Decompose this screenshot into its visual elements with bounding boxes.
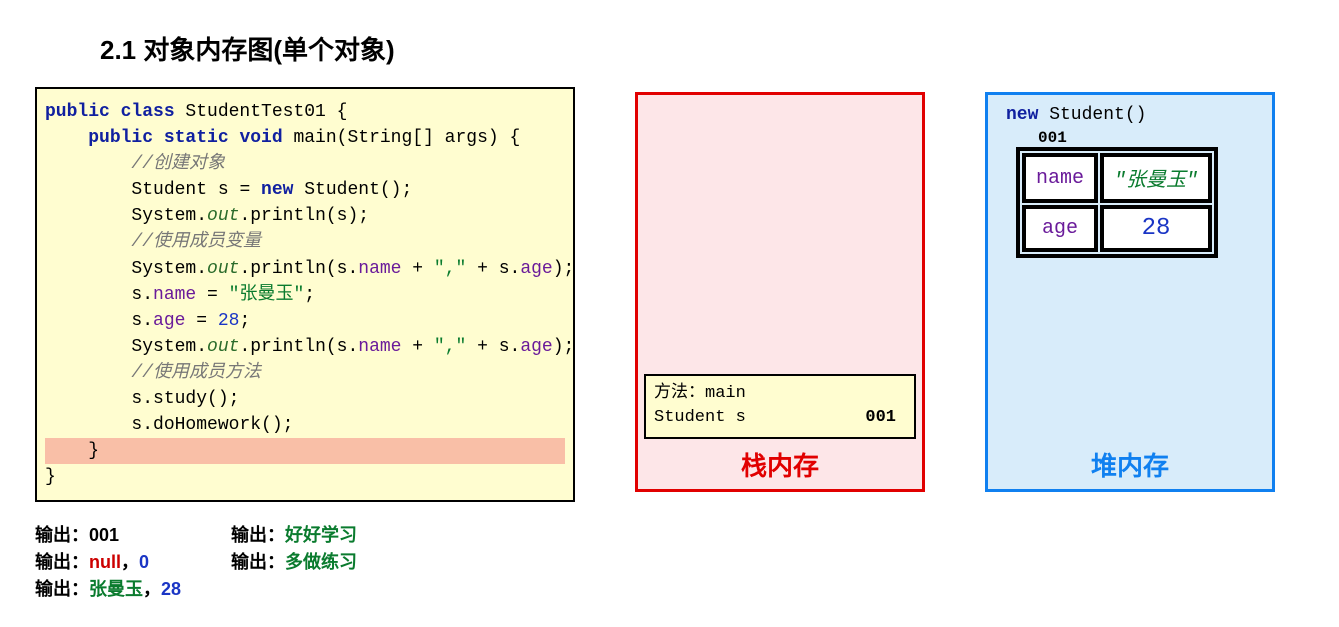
t: ; bbox=[304, 285, 315, 305]
t: main(String[] args) { bbox=[283, 128, 521, 148]
console-output: 输出：001 输出：null，0 输出：张曼玉，28 输出：好好学习 输出：多做… bbox=[35, 522, 1319, 603]
heap-addr: 001 bbox=[1038, 129, 1067, 147]
t: System. bbox=[131, 337, 207, 357]
t: 输出： bbox=[35, 579, 89, 599]
stack-frame: 方法：main Student s 001 bbox=[644, 374, 916, 439]
heap-field-value: "张曼玉" bbox=[1100, 153, 1212, 203]
t: ， bbox=[121, 552, 139, 572]
t: s. bbox=[131, 311, 153, 331]
str: "," bbox=[434, 337, 466, 357]
t: 输出： bbox=[35, 525, 89, 545]
comment: //创建对象 bbox=[131, 154, 225, 174]
t: System. bbox=[131, 259, 207, 279]
t: ， bbox=[143, 579, 161, 599]
kw: new bbox=[261, 180, 293, 200]
out-val: 001 bbox=[89, 525, 119, 545]
brace: } bbox=[88, 441, 99, 461]
fld: age bbox=[520, 259, 552, 279]
heap-label: 堆内存 bbox=[988, 446, 1272, 483]
fld: name bbox=[358, 259, 401, 279]
t: Student(); bbox=[293, 180, 412, 200]
page-title: 2.1 对象内存图(单个对象) bbox=[100, 30, 1319, 67]
t: StudentTest01 { bbox=[175, 102, 348, 122]
t: Student s = bbox=[131, 180, 261, 200]
heap-field-value: 28 bbox=[1100, 205, 1212, 252]
stack-ref-addr: 001 bbox=[865, 406, 896, 431]
t: 方法： bbox=[654, 384, 705, 403]
str: "," bbox=[434, 259, 466, 279]
out: out bbox=[207, 206, 239, 226]
stack-label: 栈内存 bbox=[638, 446, 922, 483]
t: = bbox=[196, 285, 228, 305]
kw: public static void bbox=[88, 128, 282, 148]
heap-new-expr: new Student() bbox=[1006, 105, 1146, 125]
heap-field-name: age bbox=[1022, 205, 1098, 252]
stack-memory-box: 方法：main Student s 001 栈内存 bbox=[635, 92, 925, 492]
t: .println(s); bbox=[239, 206, 369, 226]
t: + bbox=[402, 337, 434, 357]
t: s.study(); bbox=[131, 389, 239, 409]
t: = bbox=[185, 311, 217, 331]
out-val: 0 bbox=[139, 552, 149, 572]
t: ); bbox=[553, 259, 575, 279]
out: out bbox=[207, 337, 239, 357]
comment: //使用成员方法 bbox=[131, 363, 261, 383]
kw: new bbox=[1006, 105, 1038, 125]
t: 输出： bbox=[231, 525, 285, 545]
out-val: null bbox=[89, 552, 121, 572]
t: ); bbox=[553, 337, 575, 357]
kw: public class bbox=[45, 102, 175, 122]
t: .println(s. bbox=[239, 337, 358, 357]
t: Student() bbox=[1038, 105, 1146, 125]
num: 28 bbox=[218, 311, 240, 331]
t: .println(s. bbox=[239, 259, 358, 279]
out-val: 多做练习 bbox=[285, 552, 357, 572]
fld: name bbox=[153, 285, 196, 305]
t: Student s bbox=[654, 406, 746, 431]
heap-field-name: name bbox=[1022, 153, 1098, 203]
out-val: 好好学习 bbox=[285, 525, 357, 545]
heap-memory-box: new Student() 001 name "张曼玉" age 28 堆内存 bbox=[985, 92, 1275, 492]
out: out bbox=[207, 259, 239, 279]
t: s.doHomework(); bbox=[131, 415, 293, 435]
t: + bbox=[402, 259, 434, 279]
t: s. bbox=[131, 285, 153, 305]
t: main bbox=[705, 384, 746, 403]
diagram-row: public class StudentTest01 { public stat… bbox=[20, 87, 1319, 502]
brace: } bbox=[45, 467, 56, 487]
str: "张曼玉" bbox=[229, 285, 305, 305]
out-val: 张曼玉 bbox=[89, 579, 143, 599]
t: ; bbox=[239, 311, 250, 331]
fld: age bbox=[520, 337, 552, 357]
code-panel: public class StudentTest01 { public stat… bbox=[35, 87, 575, 502]
output-col-1: 输出：001 输出：null，0 输出：张曼玉，28 bbox=[35, 522, 181, 603]
fld: name bbox=[358, 337, 401, 357]
t: + s. bbox=[466, 337, 520, 357]
t: System. bbox=[131, 206, 207, 226]
fld: age bbox=[153, 311, 185, 331]
t: 输出： bbox=[35, 552, 89, 572]
out-val: 28 bbox=[161, 579, 181, 599]
t: 输出： bbox=[231, 552, 285, 572]
output-col-2: 输出：好好学习 输出：多做练习 bbox=[231, 522, 357, 603]
heap-object-table: name "张曼玉" age 28 bbox=[1016, 147, 1218, 258]
t: + s. bbox=[466, 259, 520, 279]
comment: //使用成员变量 bbox=[131, 232, 261, 252]
